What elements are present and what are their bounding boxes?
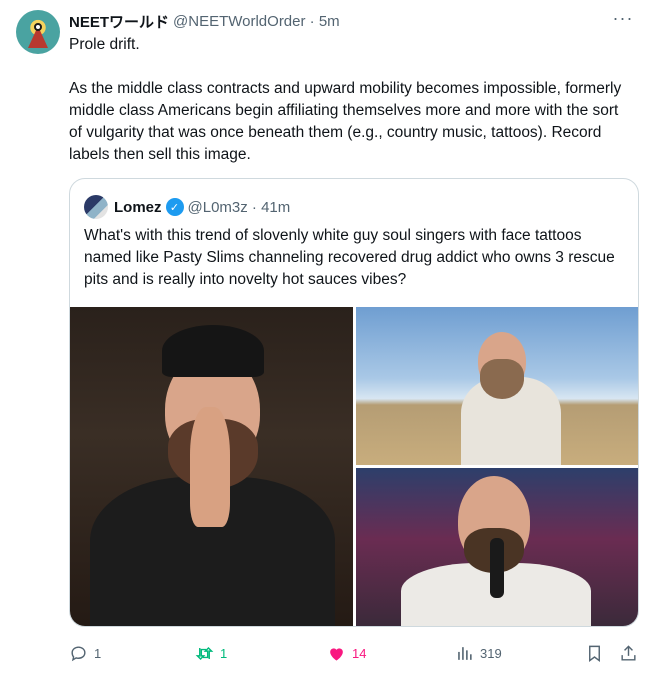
figure-hands bbox=[190, 407, 230, 527]
action-bar: 1 1 14 319 bbox=[69, 638, 639, 668]
media-image-3[interactable] bbox=[356, 468, 638, 626]
retweet-icon bbox=[195, 646, 214, 660]
reply-icon bbox=[71, 645, 86, 661]
quote-tweet[interactable]: Lomez ✓ @L0m3z · 41m What's with this tr… bbox=[69, 178, 639, 627]
reply-count: 1 bbox=[94, 645, 102, 661]
tweet-header: NEETワールド @NEETWorldOrder · 5m bbox=[69, 10, 340, 32]
retweet-count: 1 bbox=[220, 645, 228, 661]
like-button[interactable]: 14 bbox=[327, 638, 366, 668]
quote-avatar[interactable] bbox=[84, 195, 108, 219]
reply-button[interactable]: 1 bbox=[69, 638, 101, 668]
display-name[interactable]: NEETワールド bbox=[69, 11, 169, 32]
bookmark-button[interactable] bbox=[585, 638, 610, 668]
tweet-text: Prole drift. As the middle class contrac… bbox=[69, 36, 622, 163]
quote-text: What's with this trend of slovenly white… bbox=[84, 227, 615, 288]
share-icon bbox=[621, 644, 636, 661]
views-icon bbox=[458, 646, 472, 660]
media-image-1[interactable] bbox=[70, 307, 353, 626]
like-count: 14 bbox=[352, 645, 367, 661]
tweet[interactable]: NEETワールド @NEETWorldOrder · 5m ··· Prole … bbox=[0, 0, 649, 677]
quote-header: Lomez ✓ @L0m3z · 41m bbox=[84, 195, 290, 219]
figure-beard bbox=[480, 359, 524, 399]
heart-icon bbox=[330, 647, 343, 661]
handle-and-time[interactable]: @NEETWorldOrder · 5m bbox=[173, 13, 340, 30]
more-icon[interactable]: ··· bbox=[611, 9, 635, 30]
avatar[interactable] bbox=[16, 10, 60, 54]
quote-display-name[interactable]: Lomez bbox=[114, 199, 162, 216]
figure-cap bbox=[162, 325, 264, 377]
microphone bbox=[490, 538, 504, 598]
views-button[interactable]: 319 bbox=[455, 638, 502, 668]
bookmark-icon bbox=[589, 645, 600, 662]
verified-icon: ✓ bbox=[165, 198, 184, 216]
views-count: 319 bbox=[480, 645, 502, 661]
avatar-eye bbox=[34, 23, 42, 31]
quote-handle-and-time[interactable]: @L0m3z · 41m bbox=[188, 199, 291, 216]
retweet-button[interactable]: 1 bbox=[195, 638, 227, 668]
share-button[interactable] bbox=[619, 638, 644, 668]
media-image-2[interactable] bbox=[356, 307, 638, 465]
quote-media-grid bbox=[70, 307, 638, 626]
